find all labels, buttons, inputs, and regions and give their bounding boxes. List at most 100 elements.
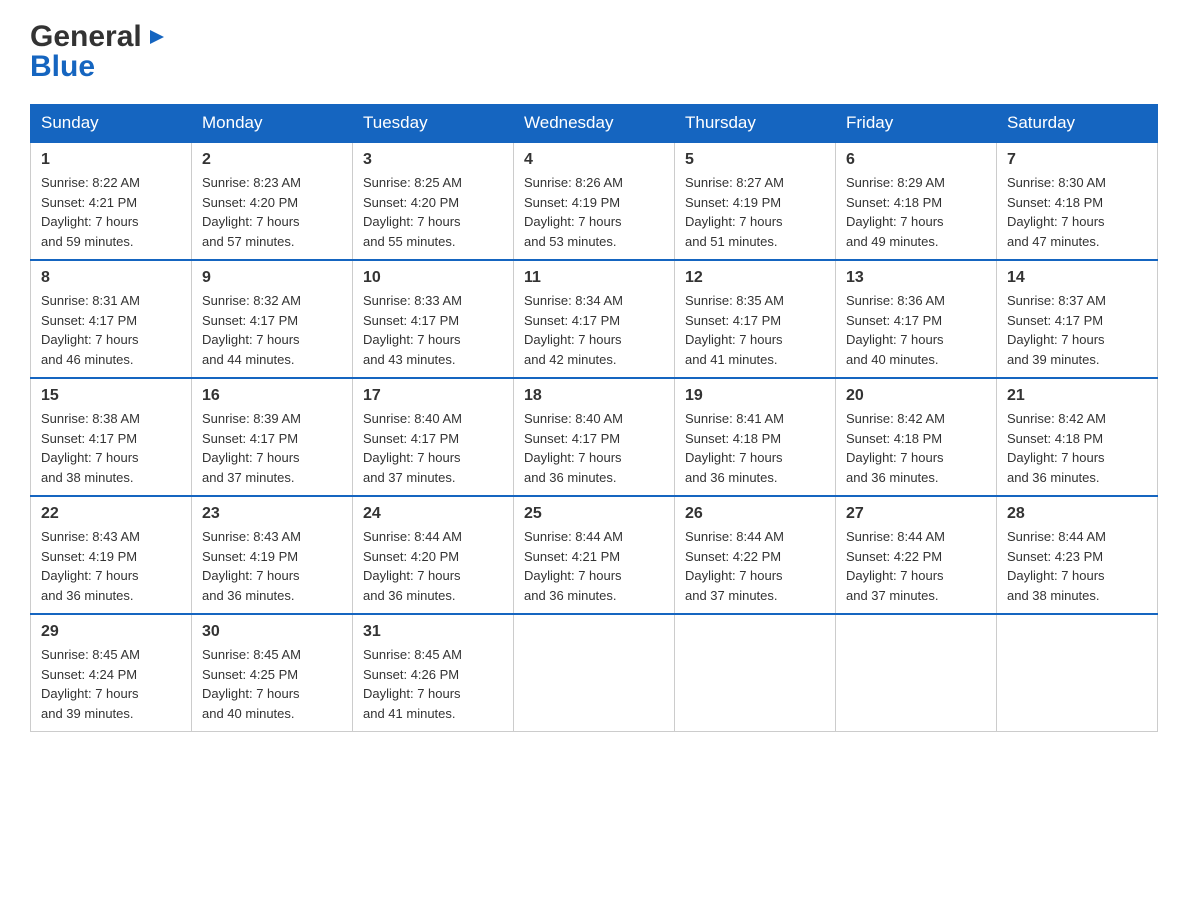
calendar-cell: 10 Sunrise: 8:33 AMSunset: 4:17 PMDayligh…: [353, 260, 514, 378]
day-number: 17: [363, 387, 503, 405]
calendar-cell: 18Sunrise: 8:40 AMSunset: 4:17 PMDayligh…: [514, 378, 675, 496]
day-number: 29: [41, 623, 181, 641]
day-info: Sunrise: 8:40 AMSunset: 4:17 PMDaylight:…: [363, 409, 503, 487]
logo-arrow-icon: [146, 26, 168, 53]
day-number: 6: [846, 151, 986, 169]
calendar-cell: [675, 614, 836, 732]
calendar-cell: 11Sunrise: 8:34 AMSunset: 4:17 PMDayligh…: [514, 260, 675, 378]
day-info: Sunrise: 8:44 AMSunset: 4:21 PMDaylight:…: [524, 527, 664, 605]
week-row-4: 22 Sunrise: 8:43 AMSunset: 4:19 PMDayligh…: [31, 496, 1158, 614]
calendar-cell: 1 Sunrise: 8:22 AMSunset: 4:21 PMDaylight…: [31, 142, 192, 260]
weekday-header-sunday: Sunday: [31, 105, 192, 143]
calendar-cell: 4 Sunrise: 8:26 AMSunset: 4:19 PMDaylight…: [514, 142, 675, 260]
day-number: 16: [202, 387, 342, 405]
day-number: 18: [524, 387, 664, 405]
day-info: Sunrise: 8:27 AMSunset: 4:19 PMDaylight:…: [685, 173, 825, 251]
day-info: Sunrise: 8:45 AMSunset: 4:25 PMDaylight:…: [202, 645, 342, 723]
weekday-header-tuesday: Tuesday: [353, 105, 514, 143]
calendar-cell: [997, 614, 1158, 732]
calendar-cell: 5 Sunrise: 8:27 AMSunset: 4:19 PMDaylight…: [675, 142, 836, 260]
calendar-cell: 7 Sunrise: 8:30 AMSunset: 4:18 PMDaylight…: [997, 142, 1158, 260]
day-info: Sunrise: 8:39 AMSunset: 4:17 PMDaylight:…: [202, 409, 342, 487]
calendar-cell: 15Sunrise: 8:38 AMSunset: 4:17 PMDayligh…: [31, 378, 192, 496]
day-number: 31: [363, 623, 503, 641]
calendar-cell: 23 Sunrise: 8:43 AMSunset: 4:19 PMDayligh…: [192, 496, 353, 614]
weekday-header-monday: Monday: [192, 105, 353, 143]
day-number: 23: [202, 505, 342, 523]
calendar-cell: 29 Sunrise: 8:45 AMSunset: 4:24 PMDayligh…: [31, 614, 192, 732]
calendar-cell: 27Sunrise: 8:44 AMSunset: 4:22 PMDayligh…: [836, 496, 997, 614]
day-number: 12: [685, 269, 825, 287]
day-number: 10: [363, 269, 503, 287]
page-header: General Blue: [30, 20, 1158, 84]
day-number: 14: [1007, 269, 1147, 287]
calendar-cell: 25 Sunrise: 8:44 AMSunset: 4:21 PMDayligh…: [514, 496, 675, 614]
calendar-cell: 30Sunrise: 8:45 AMSunset: 4:25 PMDayligh…: [192, 614, 353, 732]
calendar-cell: 9 Sunrise: 8:32 AMSunset: 4:17 PMDaylight…: [192, 260, 353, 378]
calendar-cell: 17 Sunrise: 8:40 AMSunset: 4:17 PMDayligh…: [353, 378, 514, 496]
calendar-cell: 12 Sunrise: 8:35 AMSunset: 4:17 PMDayligh…: [675, 260, 836, 378]
calendar-cell: 26 Sunrise: 8:44 AMSunset: 4:22 PMDayligh…: [675, 496, 836, 614]
calendar-table: SundayMondayTuesdayWednesdayThursdayFrid…: [30, 104, 1158, 732]
calendar-body: 1 Sunrise: 8:22 AMSunset: 4:21 PMDaylight…: [31, 142, 1158, 732]
day-number: 8: [41, 269, 181, 287]
day-number: 7: [1007, 151, 1147, 169]
weekday-header-friday: Friday: [836, 105, 997, 143]
day-number: 11: [524, 269, 664, 287]
calendar-cell: 31 Sunrise: 8:45 AMSunset: 4:26 PMDayligh…: [353, 614, 514, 732]
day-number: 25: [524, 505, 664, 523]
day-info: Sunrise: 8:22 AMSunset: 4:21 PMDaylight:…: [41, 173, 181, 251]
weekday-header-wednesday: Wednesday: [514, 105, 675, 143]
calendar-cell: 13Sunrise: 8:36 AMSunset: 4:17 PMDayligh…: [836, 260, 997, 378]
day-number: 20: [846, 387, 986, 405]
day-info: Sunrise: 8:44 AMSunset: 4:22 PMDaylight:…: [685, 527, 825, 605]
day-info: Sunrise: 8:35 AMSunset: 4:17 PMDaylight:…: [685, 291, 825, 369]
calendar-cell: 28Sunrise: 8:44 AMSunset: 4:23 PMDayligh…: [997, 496, 1158, 614]
day-number: 13: [846, 269, 986, 287]
day-info: Sunrise: 8:43 AMSunset: 4:19 PMDaylight:…: [202, 527, 342, 605]
day-number: 4: [524, 151, 664, 169]
day-info: Sunrise: 8:42 AMSunset: 4:18 PMDaylight:…: [846, 409, 986, 487]
day-info: Sunrise: 8:30 AMSunset: 4:18 PMDaylight:…: [1007, 173, 1147, 251]
calendar-cell: 21Sunrise: 8:42 AMSunset: 4:18 PMDayligh…: [997, 378, 1158, 496]
day-info: Sunrise: 8:29 AMSunset: 4:18 PMDaylight:…: [846, 173, 986, 251]
day-number: 26: [685, 505, 825, 523]
day-info: Sunrise: 8:37 AMSunset: 4:17 PMDaylight:…: [1007, 291, 1147, 369]
day-info: Sunrise: 8:38 AMSunset: 4:17 PMDaylight:…: [41, 409, 181, 487]
calendar-cell: [514, 614, 675, 732]
day-info: Sunrise: 8:23 AMSunset: 4:20 PMDaylight:…: [202, 173, 342, 251]
week-row-5: 29 Sunrise: 8:45 AMSunset: 4:24 PMDayligh…: [31, 614, 1158, 732]
day-number: 1: [41, 151, 181, 169]
calendar-cell: 19 Sunrise: 8:41 AMSunset: 4:18 PMDayligh…: [675, 378, 836, 496]
week-row-2: 8 Sunrise: 8:31 AMSunset: 4:17 PMDaylight…: [31, 260, 1158, 378]
logo-blue-text: Blue: [30, 50, 95, 84]
calendar-cell: [836, 614, 997, 732]
day-number: 19: [685, 387, 825, 405]
calendar-header: SundayMondayTuesdayWednesdayThursdayFrid…: [31, 105, 1158, 143]
day-number: 21: [1007, 387, 1147, 405]
day-number: 28: [1007, 505, 1147, 523]
day-info: Sunrise: 8:41 AMSunset: 4:18 PMDaylight:…: [685, 409, 825, 487]
weekday-header-thursday: Thursday: [675, 105, 836, 143]
day-number: 24: [363, 505, 503, 523]
calendar-cell: 6 Sunrise: 8:29 AMSunset: 4:18 PMDaylight…: [836, 142, 997, 260]
calendar-cell: 20 Sunrise: 8:42 AMSunset: 4:18 PMDayligh…: [836, 378, 997, 496]
logo-general-text: General: [30, 20, 142, 54]
day-number: 5: [685, 151, 825, 169]
day-info: Sunrise: 8:26 AMSunset: 4:19 PMDaylight:…: [524, 173, 664, 251]
day-info: Sunrise: 8:45 AMSunset: 4:24 PMDaylight:…: [41, 645, 181, 723]
calendar-cell: 3 Sunrise: 8:25 AMSunset: 4:20 PMDaylight…: [353, 142, 514, 260]
day-number: 3: [363, 151, 503, 169]
logo: General Blue: [30, 20, 168, 84]
day-info: Sunrise: 8:31 AMSunset: 4:17 PMDaylight:…: [41, 291, 181, 369]
day-info: Sunrise: 8:32 AMSunset: 4:17 PMDaylight:…: [202, 291, 342, 369]
day-number: 22: [41, 505, 181, 523]
day-info: Sunrise: 8:45 AMSunset: 4:26 PMDaylight:…: [363, 645, 503, 723]
weekday-header-saturday: Saturday: [997, 105, 1158, 143]
weekday-header-row: SundayMondayTuesdayWednesdayThursdayFrid…: [31, 105, 1158, 143]
day-number: 9: [202, 269, 342, 287]
calendar-cell: 14 Sunrise: 8:37 AMSunset: 4:17 PMDayligh…: [997, 260, 1158, 378]
day-info: Sunrise: 8:33 AMSunset: 4:17 PMDaylight:…: [363, 291, 503, 369]
day-info: Sunrise: 8:25 AMSunset: 4:20 PMDaylight:…: [363, 173, 503, 251]
day-number: 27: [846, 505, 986, 523]
